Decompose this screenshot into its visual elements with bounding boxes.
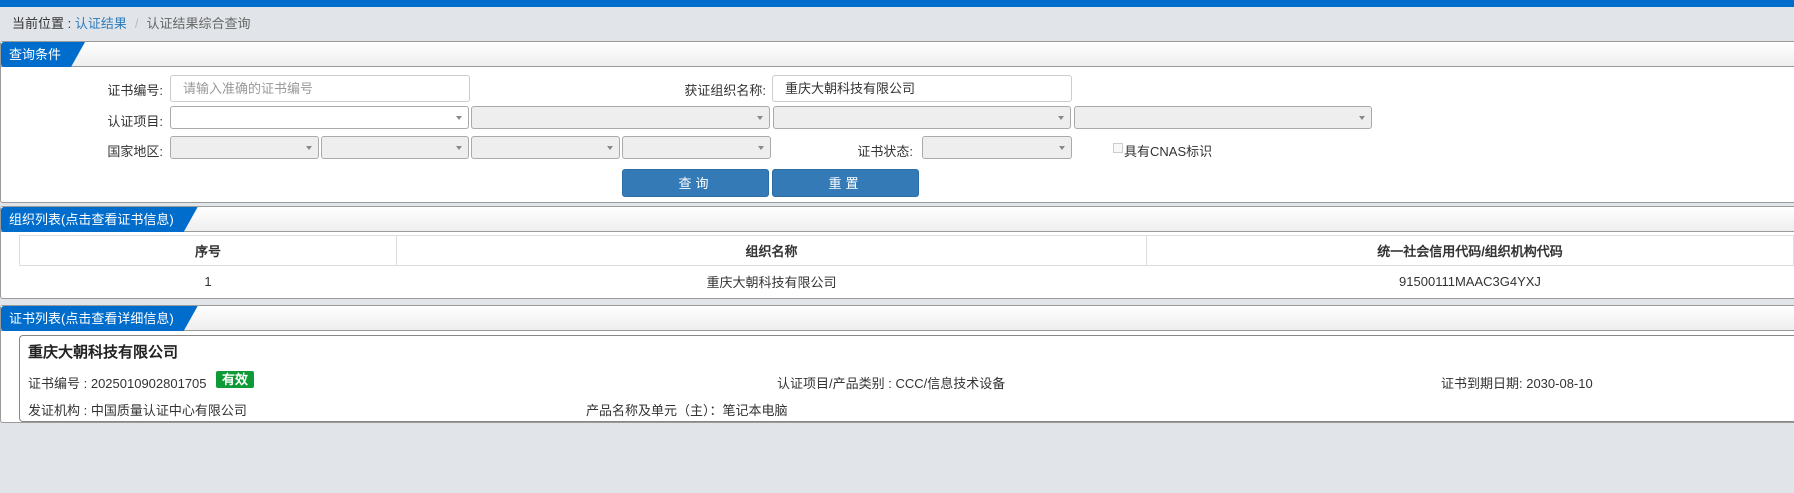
cert-item-select-1[interactable] bbox=[170, 106, 469, 129]
panel-title: 组织列表(点击查看证书信息) bbox=[1, 207, 198, 232]
chevron-down-icon bbox=[757, 116, 763, 120]
column-header-index: 序号 bbox=[19, 235, 397, 266]
cert-item-label: 认证项目: bbox=[107, 114, 163, 129]
breadcrumb-current: 认证结果综合查询 bbox=[146, 16, 251, 31]
search-button[interactable]: 查询 bbox=[622, 169, 769, 197]
breadcrumb-separator: / bbox=[134, 16, 139, 31]
panel-header: 查询条件 bbox=[1, 42, 1794, 67]
chevron-down-icon bbox=[758, 146, 764, 150]
cert-expiry: 证书到期日期: 2030-08-10 bbox=[1441, 376, 1593, 391]
breadcrumb-prefix: 当前位置 : bbox=[12, 16, 75, 31]
table-header-row: 序号 组织名称 统一社会信用代码/组织机构代码 bbox=[19, 235, 1794, 266]
table-row[interactable]: 1 重庆大朝科技有限公司 91500111MAAC3G4YXJ bbox=[19, 265, 1794, 297]
org-name-input[interactable]: 重庆大朝科技有限公司 bbox=[772, 75, 1072, 102]
cert-no-input[interactable]: 请输入准确的证书编号 bbox=[170, 75, 470, 102]
cert-item-select-4[interactable] bbox=[1074, 106, 1372, 129]
region-select-4[interactable] bbox=[622, 136, 771, 159]
cert-no-placeholder: 请输入准确的证书编号 bbox=[183, 81, 314, 96]
chevron-down-icon bbox=[456, 116, 462, 120]
cnas-checkbox[interactable] bbox=[1113, 143, 1123, 153]
chevron-down-icon bbox=[306, 146, 312, 150]
column-header-credit-code: 统一社会信用代码/组织机构代码 bbox=[1146, 235, 1794, 266]
cert-item-select-3[interactable] bbox=[773, 106, 1071, 129]
cell-index: 1 bbox=[19, 265, 397, 297]
status-label: 证书状态: bbox=[857, 144, 913, 159]
cert-no-label: 证书编号: bbox=[107, 83, 163, 98]
breadcrumb-link[interactable]: 认证结果 bbox=[75, 16, 127, 31]
region-select-1[interactable] bbox=[170, 136, 319, 159]
chevron-down-icon bbox=[1058, 116, 1064, 120]
reset-button[interactable]: 重置 bbox=[772, 169, 919, 197]
chevron-down-icon bbox=[1059, 146, 1065, 150]
org-table: 序号 组织名称 统一社会信用代码/组织机构代码 1 重庆大朝科技有限公司 915… bbox=[19, 235, 1794, 297]
cert-item-select-2[interactable] bbox=[471, 106, 770, 129]
panel-header: 组织列表(点击查看证书信息) bbox=[1, 207, 1794, 232]
region-label: 国家地区: bbox=[107, 144, 163, 159]
panel-title: 查询条件 bbox=[1, 42, 85, 67]
status-badge: 有效 bbox=[216, 371, 255, 388]
column-header-org-name: 组织名称 bbox=[396, 235, 1147, 266]
top-bar bbox=[0, 0, 1794, 7]
breadcrumb: 当前位置 : 认证结果 / 认证结果综合查询 bbox=[12, 13, 251, 32]
chevron-down-icon bbox=[1359, 116, 1365, 120]
cert-no: 证书编号 : 2025010902801705 bbox=[28, 376, 207, 391]
cert-product: 产品名称及单元（主）：笔记本电脑 bbox=[586, 403, 788, 418]
cert-issuer: 发证机构 : 中国质量认证中心有限公司 bbox=[28, 403, 247, 418]
cell-credit-code: 91500111MAAC3G4YXJ bbox=[1146, 265, 1794, 297]
chevron-down-icon bbox=[456, 146, 462, 150]
cert-item: 认证项目/产品类别 : CCC/信息技术设备 bbox=[777, 376, 1006, 391]
org-name-label: 获证组织名称: bbox=[684, 83, 766, 98]
cert-org-name: 重庆大朝科技有限公司 bbox=[28, 344, 179, 361]
cnas-label: 具有CNAS标识 bbox=[1124, 144, 1213, 159]
cert-card[interactable]: 重庆大朝科技有限公司 证书编号 : 2025010902801705 有效 认证… bbox=[19, 335, 1794, 422]
status-select[interactable] bbox=[922, 136, 1072, 159]
chevron-down-icon bbox=[607, 146, 613, 150]
region-select-2[interactable] bbox=[321, 136, 469, 159]
cell-org-name[interactable]: 重庆大朝科技有限公司 bbox=[396, 265, 1147, 297]
panel-header: 证书列表(点击查看详细信息) bbox=[1, 306, 1794, 331]
region-select-3[interactable] bbox=[471, 136, 620, 159]
panel-title: 证书列表(点击查看详细信息) bbox=[1, 306, 198, 331]
